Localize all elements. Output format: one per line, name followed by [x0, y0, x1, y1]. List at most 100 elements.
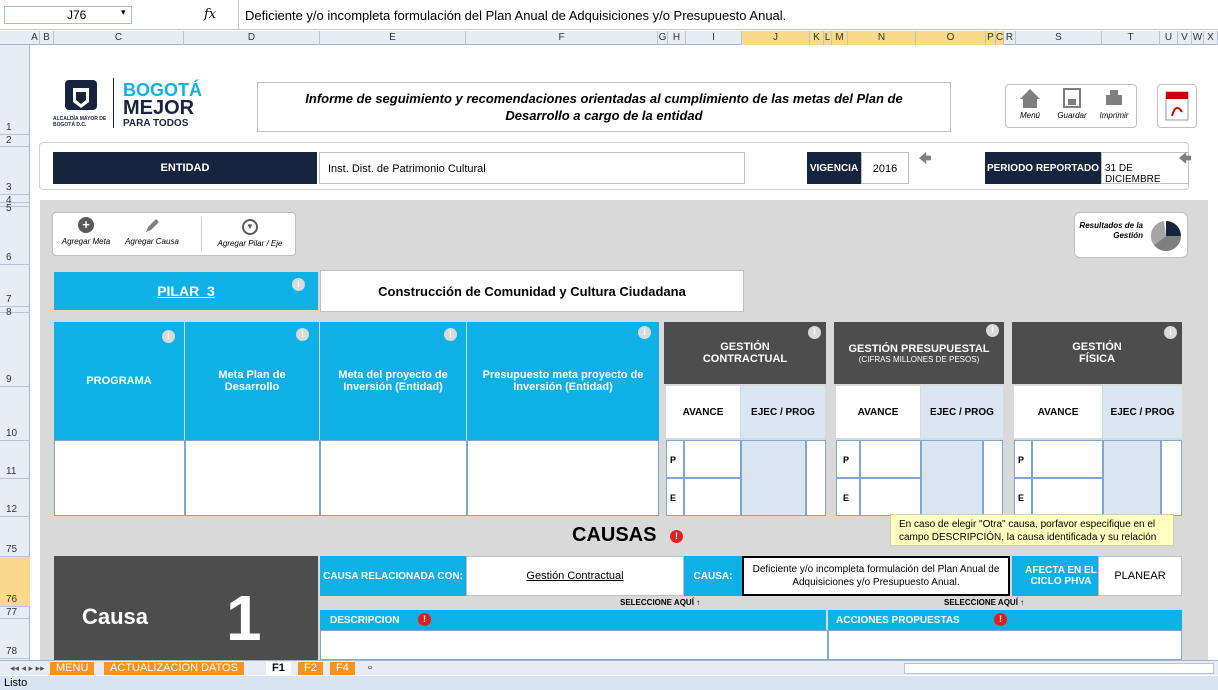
column-header[interactable]: B: [40, 31, 54, 45]
tab-f1[interactable]: F1: [266, 662, 291, 675]
row-header[interactable]: 4: [0, 195, 30, 206]
row-header[interactable]: 12: [0, 479, 30, 517]
afecta-field[interactable]: PLANEAR: [1098, 556, 1182, 596]
column-header[interactable]: S: [1016, 31, 1102, 45]
menu-label: Menú: [1019, 111, 1040, 120]
descripcion-field[interactable]: [320, 630, 828, 660]
avance-p-cell[interactable]: [860, 440, 921, 478]
column-header[interactable]: N: [848, 31, 916, 45]
row-header[interactable]: 1: [0, 45, 30, 135]
row-header[interactable]: 2: [0, 135, 30, 147]
horizontal-scrollbar[interactable]: [904, 663, 1214, 674]
column-header[interactable]: L: [824, 31, 832, 45]
info-icon[interactable]: i: [162, 330, 175, 343]
resultados-button[interactable]: Resultados de la Gestión: [1074, 212, 1188, 258]
vigencia-label: VIGENCIA: [807, 152, 861, 184]
column-header[interactable]: H: [668, 31, 686, 45]
meta-plan-cell[interactable]: [185, 440, 320, 516]
column-header[interactable]: K: [810, 31, 824, 45]
afecta-label: AFECTA EN EL CICLO PHVA: [1012, 556, 1098, 596]
pdf-button[interactable]: [1157, 84, 1197, 128]
programa-cell[interactable]: [54, 440, 185, 516]
vigencia-field[interactable]: 2016: [861, 152, 909, 184]
causas-title: CAUSAS: [572, 524, 657, 546]
row-header[interactable]: 3: [0, 147, 30, 195]
fx-icon[interactable]: fx: [204, 7, 216, 22]
column-header[interactable]: U: [1160, 31, 1178, 45]
info-icon[interactable]: i: [1164, 326, 1177, 339]
row-header[interactable]: 6: [0, 207, 30, 265]
chevron-down-icon[interactable]: ▾: [121, 7, 126, 18]
formula-input[interactable]: Deficiente y/o incompleta formulación de…: [238, 0, 1218, 30]
avance-p-cell[interactable]: [1032, 440, 1103, 478]
row-header[interactable]: 9: [0, 313, 30, 387]
row-header[interactable]: 78: [0, 619, 30, 659]
name-box[interactable]: J76 ▾: [4, 6, 132, 24]
presupuesto-cell[interactable]: [467, 440, 659, 516]
menu-button[interactable]: Menú: [1010, 87, 1050, 120]
column-header[interactable]: T: [1102, 31, 1160, 45]
column-header[interactable]: I: [686, 31, 742, 45]
column-header[interactable]: G: [658, 31, 668, 45]
descripcion-header: DESCRIPCION: [320, 610, 826, 630]
gestion-presupuestal-title: GESTIÓN PRESUPUESTAL: [848, 342, 990, 355]
tab-f2[interactable]: F2: [298, 662, 323, 675]
info-icon[interactable]: i: [986, 324, 999, 337]
row-header[interactable]: 75: [0, 517, 30, 557]
row-header[interactable]: 10: [0, 387, 30, 441]
column-header[interactable]: D: [184, 31, 320, 45]
agregar-pilar-button[interactable]: ▼ Agregar Pilar / Eje: [205, 219, 295, 248]
tab-f4[interactable]: F4: [330, 662, 355, 675]
column-header[interactable]: E: [320, 31, 466, 45]
guardar-button[interactable]: Guardar: [1052, 87, 1092, 120]
column-header[interactable]: X: [1204, 31, 1218, 45]
info-icon[interactable]: i: [444, 328, 457, 341]
row-header[interactable]: 77: [0, 607, 30, 619]
avance-p-cell[interactable]: [684, 440, 741, 478]
info-icon[interactable]: !: [418, 613, 431, 626]
causa-field[interactable]: Deficiente y/o incompleta formulación de…: [742, 556, 1010, 596]
agregar-causa-button[interactable]: Agregar Causa: [119, 217, 185, 246]
logo: ALCALDÍA MAYOR DE BOGOTÁ D.C. BOGOTÁ MEJ…: [53, 78, 213, 134]
info-icon[interactable]: i: [808, 326, 821, 339]
column-header[interactable]: M: [832, 31, 848, 45]
column-header[interactable]: F: [466, 31, 658, 45]
column-header[interactable]: V: [1178, 31, 1192, 45]
info-icon[interactable]: !: [670, 530, 683, 543]
column-header[interactable]: J: [742, 31, 810, 45]
new-sheet-icon[interactable]: ▫: [362, 662, 378, 675]
causa-relacionada-field[interactable]: Gestión Contractual: [466, 556, 684, 596]
tab-menu[interactable]: MENU: [50, 662, 95, 675]
ejec-prog-cell: [741, 440, 806, 516]
avance-e-cell[interactable]: [1032, 478, 1103, 516]
causa-relacionada-label: CAUSA RELACIONADA CON:: [320, 556, 466, 596]
meta-proyecto-cell[interactable]: [320, 440, 467, 516]
info-icon[interactable]: i: [296, 328, 309, 341]
home-icon: [1020, 89, 1040, 108]
column-header[interactable]: W: [1192, 31, 1204, 45]
entidad-field[interactable]: Inst. Dist. de Patrimonio Cultural: [319, 152, 745, 184]
meta-proyecto-header: Meta del proyecto de Inversión (Entidad): [320, 322, 466, 440]
column-header[interactable]: O: [916, 31, 986, 45]
row-header[interactable]: 7: [0, 265, 30, 307]
avance-e-cell[interactable]: [684, 478, 741, 516]
column-header[interactable]: R: [1004, 31, 1016, 45]
row-header[interactable]: 11: [0, 441, 30, 479]
info-icon[interactable]: i: [638, 326, 651, 339]
info-icon[interactable]: i: [292, 278, 305, 291]
agregar-meta-button[interactable]: + Agregar Meta: [57, 217, 115, 246]
periodo-field[interactable]: 31 DE DICIEMBRE: [1101, 152, 1189, 185]
column-header[interactable]: C: [54, 31, 184, 45]
info-icon[interactable]: !: [994, 613, 1007, 626]
causa-number: 1: [226, 582, 262, 654]
avance-e-cell[interactable]: [860, 478, 921, 516]
acciones-field[interactable]: [828, 630, 1182, 660]
tab-nav-arrows[interactable]: ◂◂ ◂ ▸ ▸▸: [4, 662, 51, 675]
pilar-link[interactable]: PILAR_3: [54, 272, 318, 310]
column-header[interactable]: C: [996, 31, 1004, 45]
row-header[interactable]: 76: [0, 557, 30, 607]
column-header[interactable]: A: [30, 31, 40, 45]
column-header[interactable]: P: [986, 31, 996, 45]
imprimir-button[interactable]: Imprimir: [1094, 87, 1134, 120]
tab-actualizacion[interactable]: ACTUALIZACION DATOS: [104, 662, 244, 675]
